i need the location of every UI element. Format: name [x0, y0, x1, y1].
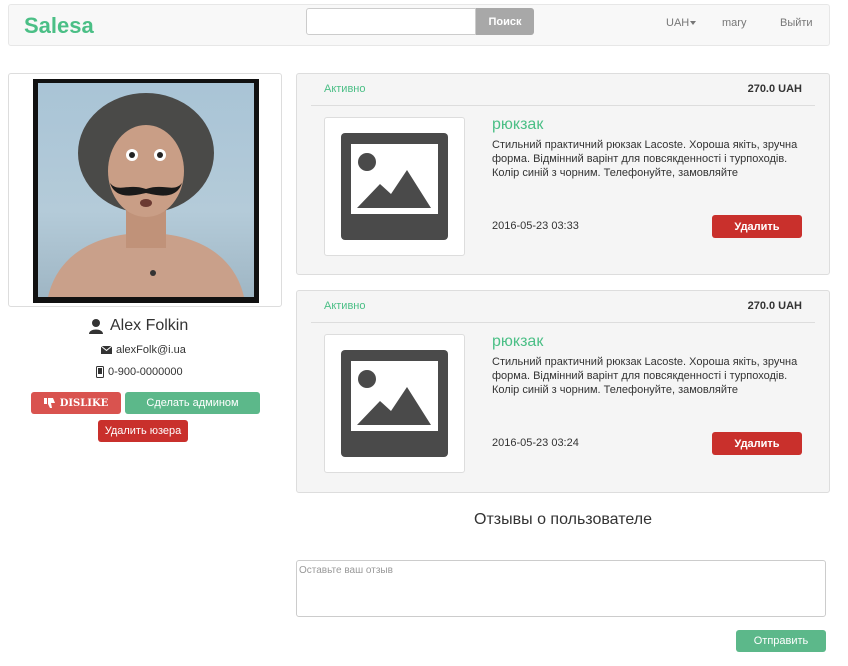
- search-input[interactable]: [306, 8, 476, 35]
- caret-down-icon: [690, 21, 697, 26]
- profile-photo: [33, 79, 259, 303]
- user-icon: [89, 319, 103, 334]
- envelope-icon: [101, 346, 112, 354]
- ad-title[interactable]: рюкзак: [492, 333, 543, 351]
- currency-label: UAH: [666, 17, 690, 29]
- ad-thumbnail[interactable]: [324, 334, 465, 473]
- ad-description: Стильний практичний рюкзак Lacoste. Хоро…: [492, 139, 798, 179]
- ad-title[interactable]: рюкзак: [492, 116, 543, 134]
- profile-phone-row: 0-900-0000000: [96, 366, 183, 378]
- ad-status: Активно: [324, 300, 366, 312]
- ad-date: 2016-05-23 03:24: [492, 437, 579, 449]
- portrait-image: [48, 93, 244, 297]
- profile-photo-frame: [8, 73, 282, 307]
- ad-date: 2016-05-23 03:33: [492, 220, 579, 232]
- avatar: [38, 83, 254, 297]
- send-review-button[interactable]: Отправить: [736, 630, 826, 652]
- delete-ad-button[interactable]: Удалить: [712, 215, 802, 238]
- ad-price: 270.0 UAH: [747, 83, 802, 95]
- divider: [311, 322, 815, 323]
- profile-email: alexFolk@i.ua: [116, 344, 186, 356]
- logout-link[interactable]: Выйти: [780, 17, 813, 29]
- phone-icon: [96, 366, 104, 378]
- delete-ad-button[interactable]: Удалить: [712, 432, 802, 455]
- ad-price: 270.0 UAH: [747, 300, 802, 312]
- dislike-button[interactable]: DISLIKE: [31, 392, 121, 414]
- thumbs-down-icon: [43, 397, 55, 408]
- image-placeholder-icon: [341, 350, 448, 457]
- profile-email-row: alexFolk@i.ua: [101, 344, 186, 356]
- ad-card: Активно 270.0 UAH рюкзак Стильний практи…: [296, 73, 830, 275]
- ad-status: Активно: [324, 83, 366, 95]
- dislike-label: DISLIKE: [59, 397, 109, 409]
- profile-name: Alex Folkin: [110, 317, 189, 334]
- currency-dropdown[interactable]: UAH: [666, 17, 697, 29]
- ad-card: Активно 270.0 UAH рюкзак Стильний практи…: [296, 290, 830, 493]
- divider: [311, 105, 815, 106]
- review-input[interactable]: [296, 560, 826, 617]
- ad-description: Стильний практичний рюкзак Lacoste. Хоро…: [492, 356, 798, 396]
- user-link[interactable]: mary: [722, 17, 746, 29]
- search-button[interactable]: Поиск: [476, 8, 534, 35]
- profile-phone: 0-900-0000000: [108, 366, 183, 378]
- image-placeholder-icon: [341, 133, 448, 240]
- profile-name-row: Alex Folkin: [88, 317, 188, 335]
- delete-user-button[interactable]: Удалить юзера: [98, 420, 188, 442]
- make-admin-button[interactable]: Сделать админом: [125, 392, 260, 414]
- reviews-title: Отзывы о пользователе: [474, 511, 652, 528]
- ad-thumbnail[interactable]: [324, 117, 465, 256]
- brand-logo[interactable]: Salesa: [24, 13, 94, 39]
- navbar: Salesa Поиск UAH mary Выйти: [8, 4, 830, 46]
